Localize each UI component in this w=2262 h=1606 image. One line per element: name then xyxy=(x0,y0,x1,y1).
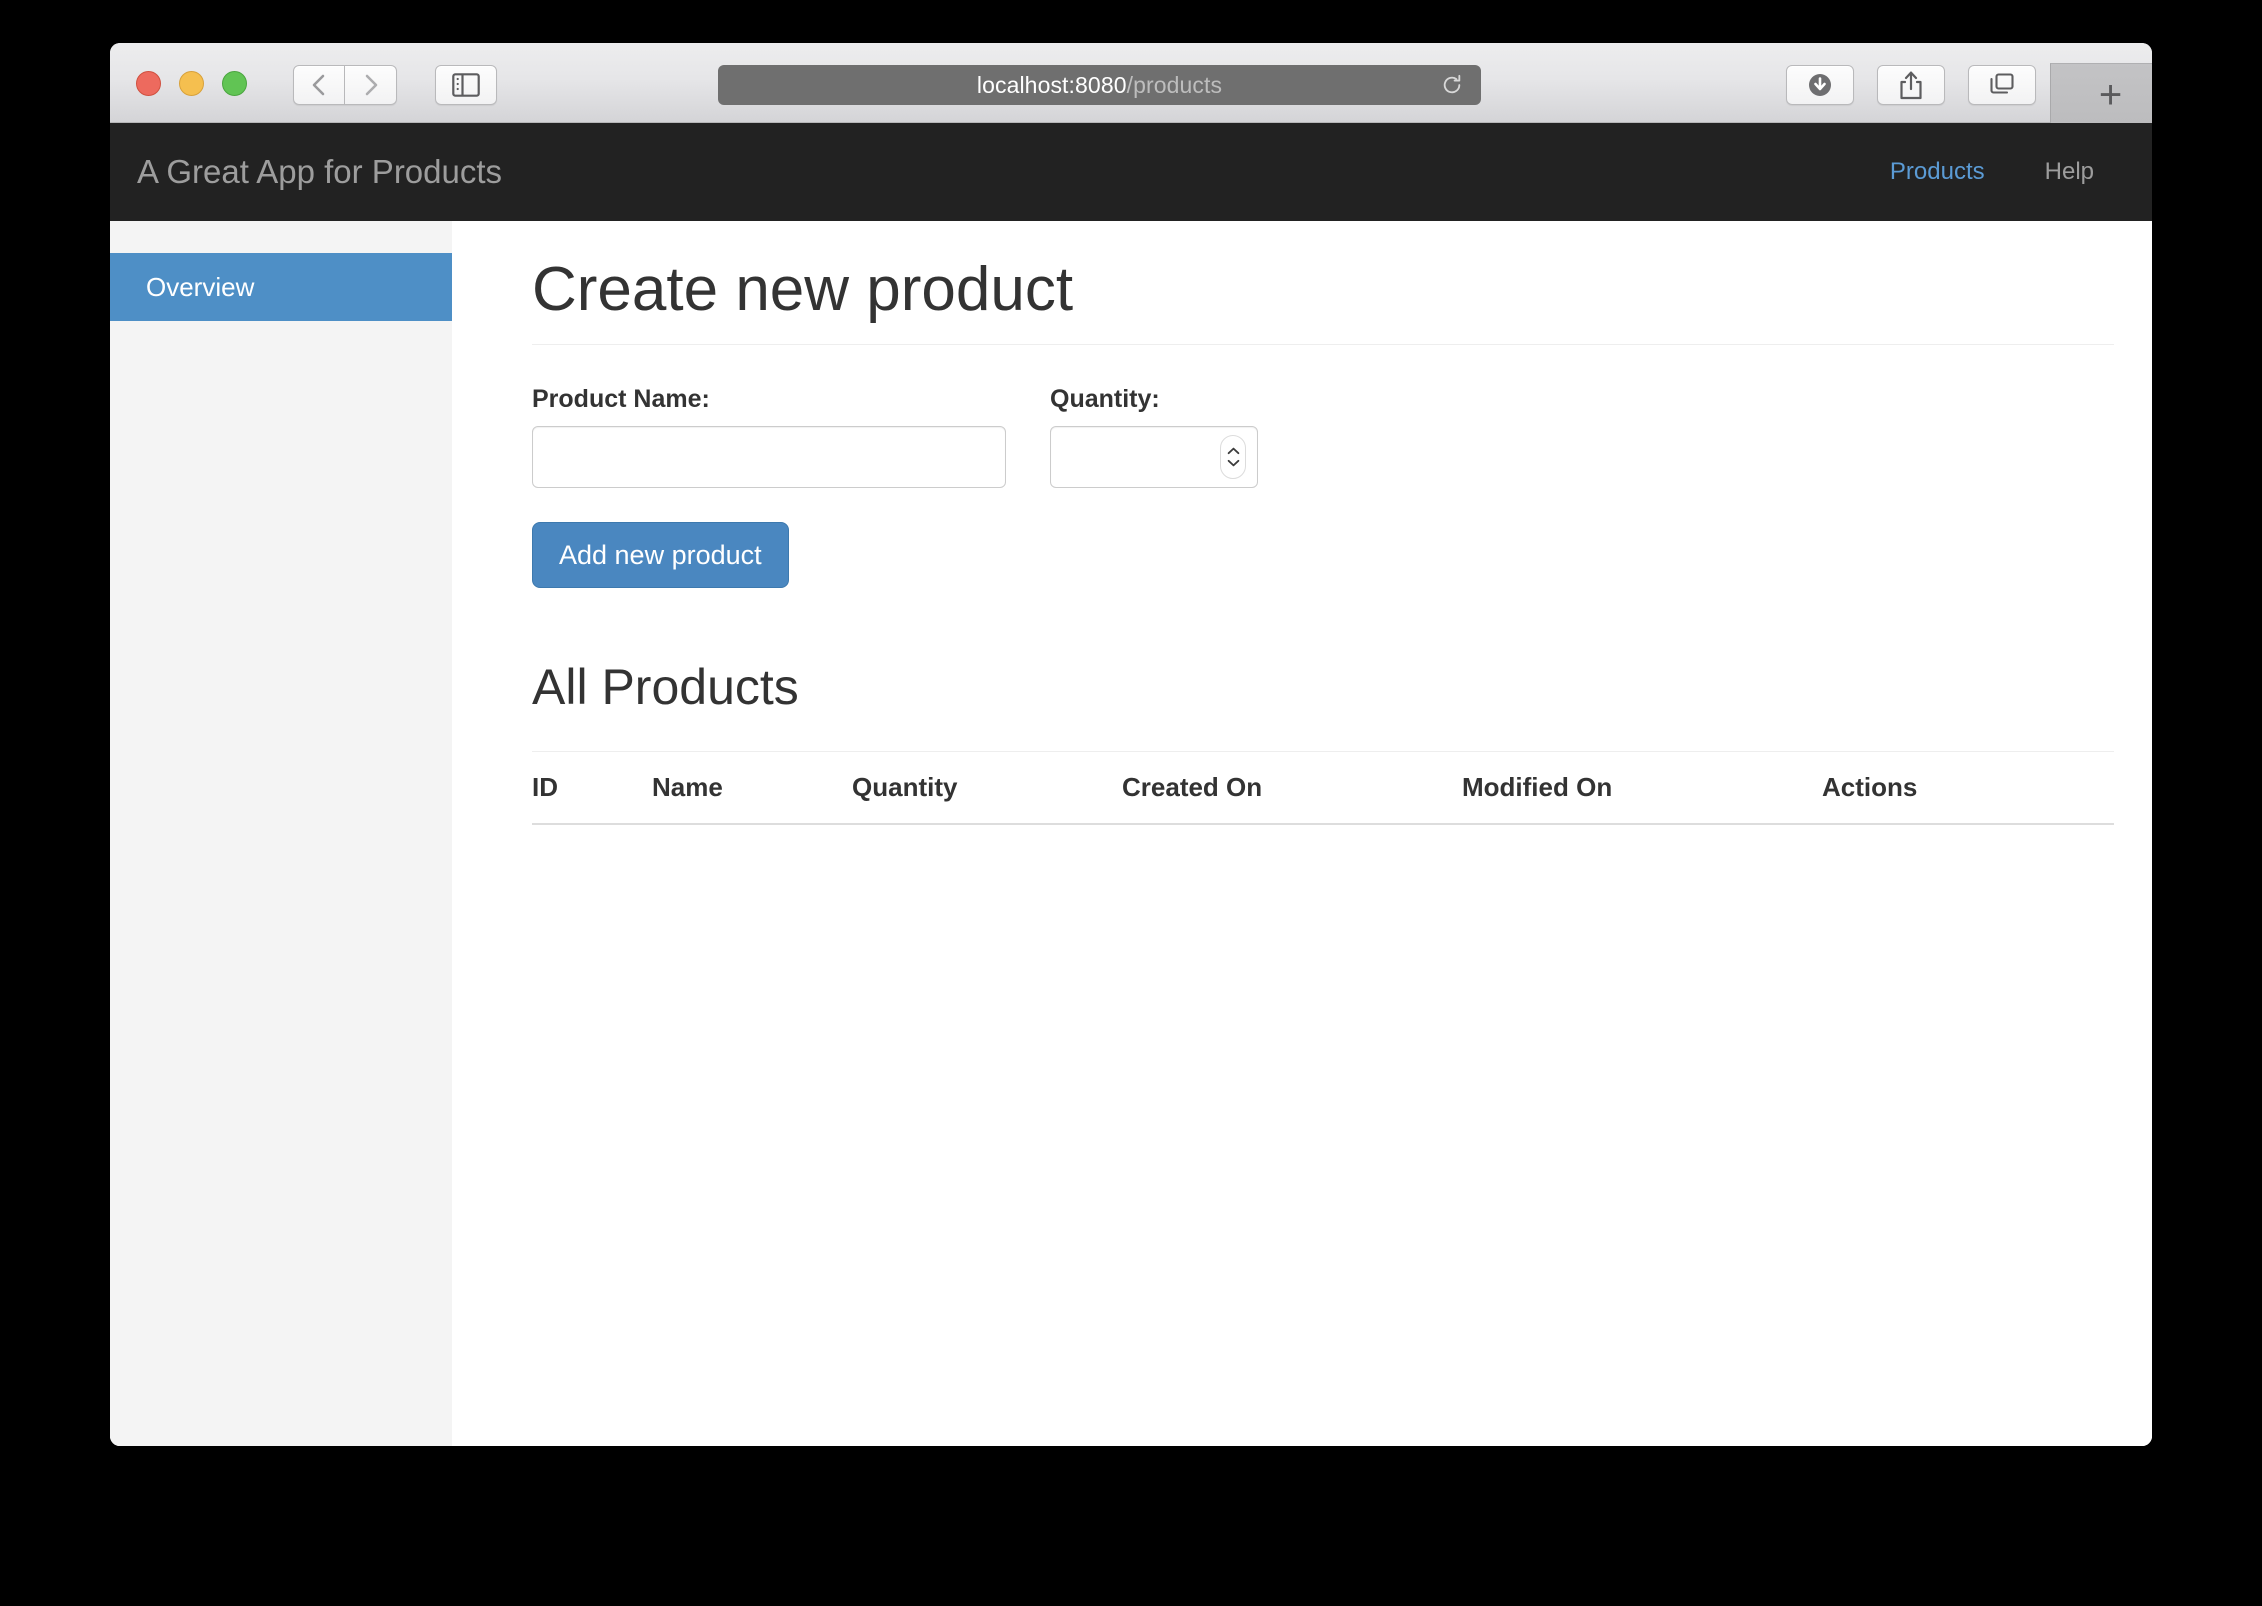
maximize-window-button[interactable] xyxy=(222,71,247,96)
main-content: Create new product Product Name: Quantit… xyxy=(452,221,2152,1446)
new-tab-button[interactable]: + xyxy=(2050,63,2152,125)
download-icon xyxy=(1806,71,1834,99)
window-controls xyxy=(136,71,247,96)
product-name-group: Product Name: xyxy=(532,387,1006,488)
address-host: localhost:8080 xyxy=(977,72,1127,98)
new-tab-label: + xyxy=(2099,75,2122,115)
browser-window: localhost:8080/products xyxy=(110,43,2152,1446)
navbar-links: Products Help xyxy=(1860,123,2124,221)
column-header-actions: Actions xyxy=(1822,752,2114,825)
address-bar-text: localhost:8080/products xyxy=(977,72,1222,99)
page-title: Create new product xyxy=(532,257,2114,322)
quantity-label: Quantity: xyxy=(1050,387,1258,412)
page-header: Create new product xyxy=(532,257,2114,345)
tabs-icon xyxy=(1988,72,2016,98)
app-brand[interactable]: A Great App for Products xyxy=(137,123,502,221)
quantity-input-wrapper xyxy=(1050,426,1258,488)
chevron-left-icon xyxy=(310,72,328,98)
app-navbar: A Great App for Products Products Help xyxy=(110,123,2152,221)
close-window-button[interactable] xyxy=(136,71,161,96)
sidebar-item-overview[interactable]: Overview xyxy=(110,253,452,321)
back-button[interactable] xyxy=(293,65,345,105)
sidebar: Overview xyxy=(110,221,452,1446)
sidebar-icon xyxy=(452,73,480,97)
column-header-quantity: Quantity xyxy=(852,752,1122,825)
minimize-window-button[interactable] xyxy=(179,71,204,96)
page-viewport: A Great App for Products Products Help O… xyxy=(110,123,2152,1446)
browser-toolbar: localhost:8080/products xyxy=(110,43,2152,123)
reload-icon[interactable] xyxy=(1441,74,1463,96)
column-header-created-on: Created On xyxy=(1122,752,1462,825)
stepper-down-icon xyxy=(1227,459,1240,467)
stepper-up-icon xyxy=(1227,447,1240,455)
product-name-input[interactable] xyxy=(532,426,1006,488)
column-header-id: ID xyxy=(532,752,652,825)
address-bar[interactable]: localhost:8080/products xyxy=(718,65,1481,105)
all-products-header: All Products xyxy=(532,660,2114,729)
product-name-label: Product Name: xyxy=(532,387,1006,412)
table-header-row: ID Name Quantity Created On Modified On … xyxy=(532,752,2114,825)
products-table: ID Name Quantity Created On Modified On … xyxy=(532,751,2114,825)
chevron-right-icon xyxy=(362,72,380,98)
create-product-form: Product Name: Quantity: xyxy=(532,387,2114,488)
share-icon xyxy=(1898,70,1924,100)
page-body: Overview Create new product Product Name… xyxy=(110,221,2152,1446)
sidebar-toggle-button[interactable] xyxy=(435,65,497,105)
sidebar-item-label: Overview xyxy=(146,272,254,303)
all-products-title: All Products xyxy=(532,660,2114,715)
forward-button[interactable] xyxy=(345,65,397,105)
quantity-group: Quantity: xyxy=(1050,387,1258,488)
column-header-name: Name xyxy=(652,752,852,825)
tab-overview-button[interactable] xyxy=(1968,65,2036,105)
quantity-stepper[interactable] xyxy=(1220,435,1246,479)
column-header-modified-on: Modified On xyxy=(1462,752,1822,825)
add-new-product-button[interactable]: Add new product xyxy=(532,522,789,588)
nav-link-help[interactable]: Help xyxy=(2015,123,2124,221)
products-table-head: ID Name Quantity Created On Modified On … xyxy=(532,752,2114,825)
downloads-button[interactable] xyxy=(1786,65,1854,105)
share-button[interactable] xyxy=(1877,65,1945,105)
nav-link-products[interactable]: Products xyxy=(1860,123,2015,221)
address-path: /products xyxy=(1127,72,1223,98)
